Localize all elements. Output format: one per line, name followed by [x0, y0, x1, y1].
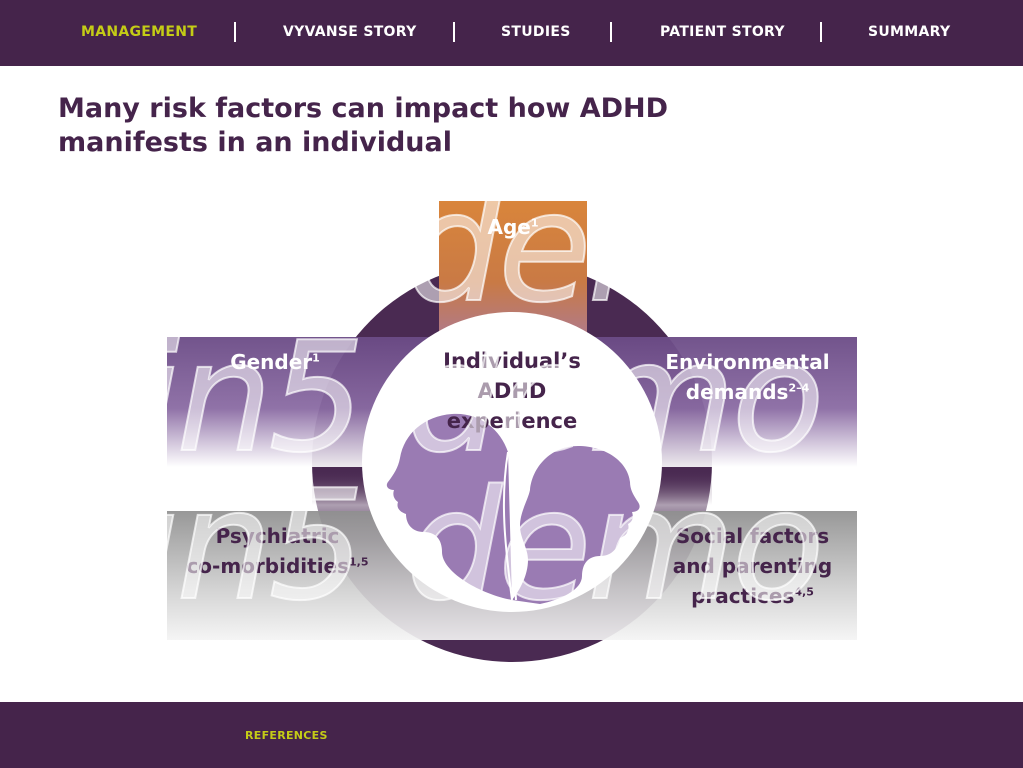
psychiatric-label: Psychiatric co-morbidities1,5	[186, 524, 369, 578]
silhouettes-icon	[386, 413, 640, 604]
nav-separator	[820, 22, 822, 42]
nav-summary[interactable]: SUMMARY	[868, 24, 950, 40]
nav-vyvanse-story[interactable]: VYVANSE STORY	[283, 24, 417, 40]
watermark: in5 demo	[137, 159, 826, 336]
gender-label: Gender1	[230, 350, 320, 374]
footer-bar: REFERENCES	[0, 702, 1023, 768]
nav-separator	[610, 22, 612, 42]
social-label: Social factors and parenting practices4,…	[672, 524, 833, 608]
top-nav: MANAGEMENT VYVANSE STORY STUDIES PATIENT…	[0, 0, 1023, 66]
nav-management[interactable]: MANAGEMENT	[81, 24, 197, 40]
center-label: Individual’s ADHD experience	[443, 349, 581, 433]
nav-studies[interactable]: STUDIES	[501, 24, 571, 40]
references-link[interactable]: REFERENCES	[245, 729, 328, 742]
age-label: Age1	[487, 215, 539, 239]
nav-patient-story[interactable]: PATIENT STORY	[660, 24, 785, 40]
outer-ring	[312, 262, 712, 662]
nav-separator	[453, 22, 455, 42]
page-title: Many risk factors can impact how ADHD ma…	[58, 93, 669, 158]
environmental-label: Environmental demands2–4	[665, 350, 830, 404]
nav-separator	[234, 22, 236, 42]
